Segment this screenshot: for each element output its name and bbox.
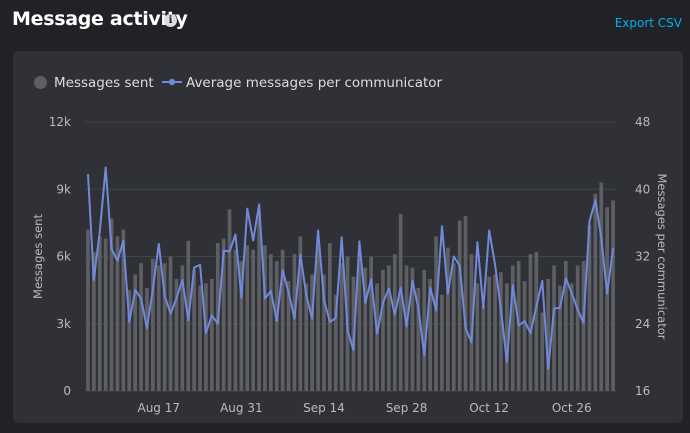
legend-label-messages-sent: Messages sent (54, 75, 154, 91)
x-tick-label: Aug 31 (220, 401, 263, 415)
bar (375, 283, 379, 391)
bar (97, 236, 102, 391)
y2-tick-label: 16 (635, 384, 650, 398)
bar (481, 305, 486, 391)
legend-label-average-per-communicator: Average messages per communicator (186, 75, 443, 91)
bar (339, 263, 344, 391)
bar (434, 236, 438, 391)
bar (451, 263, 456, 391)
bar (575, 265, 580, 391)
bar (528, 254, 533, 391)
y2-tick-label: 32 (635, 250, 650, 264)
info-icon[interactable]: i (164, 14, 177, 27)
bar (274, 260, 279, 391)
bar (103, 238, 108, 391)
bar (198, 285, 202, 391)
x-tick-label: Sep 14 (303, 401, 345, 415)
bar (581, 260, 586, 391)
y-tick-label: 0 (63, 384, 71, 398)
bar (387, 265, 391, 391)
y2-tick-label: 40 (635, 182, 650, 196)
chart-panel: 0 3k 6k 9k 12k 16 24 32 40 48 Aug 17 Aug 31 Sep 14 Se… (13, 51, 683, 423)
bar (599, 182, 604, 391)
x-tick-label: Oct 26 (552, 401, 592, 415)
y-tick-label: 12k (49, 115, 71, 129)
bar (493, 274, 497, 391)
bar (605, 207, 609, 391)
bar (156, 265, 161, 391)
bar (534, 252, 539, 391)
message-activity-chart: 0 3k 6k 9k 12k 16 24 32 40 48 Aug 17 Aug 31 Sep 14 Se… (31, 115, 669, 415)
bar (611, 200, 615, 391)
bar (233, 249, 238, 391)
bar (204, 283, 208, 391)
y-tick-label: 9k (56, 182, 71, 196)
bar (440, 294, 444, 391)
bar (86, 229, 90, 391)
legend-swatch-bars (34, 76, 47, 89)
bar (210, 278, 214, 391)
bar (292, 254, 297, 391)
bar (139, 263, 143, 391)
bar (251, 249, 255, 391)
bar (269, 254, 273, 391)
y-tick-label: 6k (56, 250, 71, 264)
y2-axis-title: Messages per communicator (655, 174, 669, 340)
page-title: Message activity (12, 8, 188, 30)
bar (245, 245, 250, 391)
bar (316, 245, 320, 391)
bar (381, 269, 385, 391)
export-csv-link[interactable]: Export CSV (615, 16, 682, 30)
y2-tick-label: 24 (635, 317, 650, 331)
bar (475, 283, 480, 391)
x-tick-label: Sep 28 (386, 401, 428, 415)
bar (487, 276, 491, 391)
bar (457, 220, 462, 391)
bar (398, 213, 403, 391)
bar (392, 254, 397, 391)
legend-swatch-line (162, 78, 182, 86)
bar (499, 272, 503, 391)
average-line (87, 166, 615, 371)
bar (404, 265, 409, 391)
x-tick-label: Oct 12 (469, 401, 509, 415)
bar (593, 193, 598, 391)
bar (522, 281, 527, 391)
y-axis-title: Messages sent (31, 214, 45, 299)
legend-item-messages-sent[interactable]: Messages sent (34, 75, 154, 91)
y2-tick-label: 48 (635, 115, 650, 129)
bar (540, 312, 545, 391)
y-tick-label: 3k (56, 317, 71, 331)
x-tick-label: Aug 17 (137, 401, 180, 415)
legend-item-average-per-communicator[interactable]: Average messages per communicator (162, 75, 442, 91)
bar (227, 209, 232, 391)
bar (145, 287, 149, 391)
bar (168, 256, 173, 391)
bar (369, 256, 373, 391)
header: Message activity i Export CSV (12, 6, 682, 36)
